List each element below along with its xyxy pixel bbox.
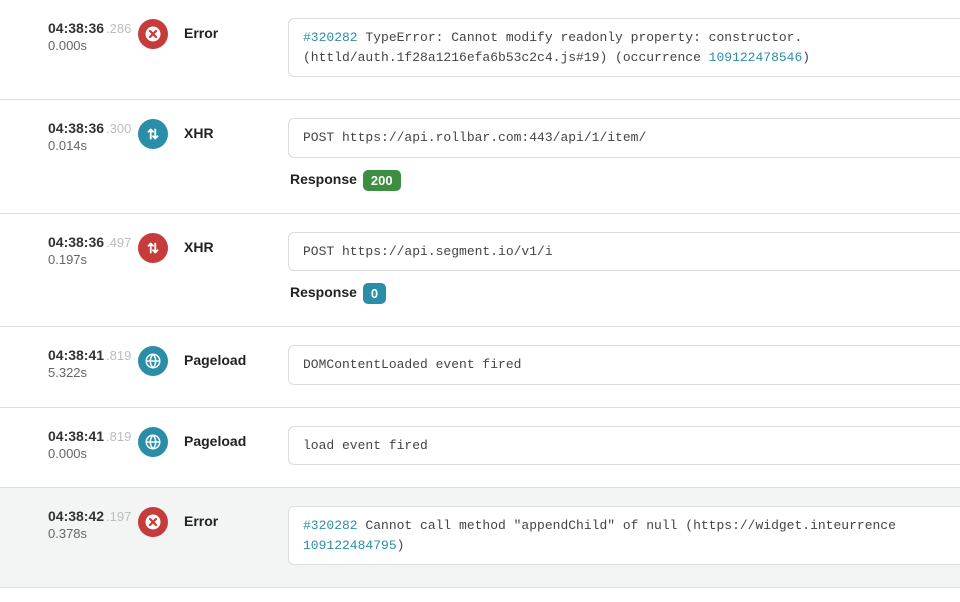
message-box: #320282 Cannot call method "appendChild"… bbox=[288, 506, 960, 565]
error-icon bbox=[138, 507, 168, 537]
event-time: 04:38:36 bbox=[48, 20, 104, 36]
response-status-badge: 0 bbox=[363, 283, 386, 304]
response-line: Response 0 bbox=[288, 283, 960, 304]
response-status-badge: 200 bbox=[363, 170, 401, 191]
response-label: Response bbox=[290, 171, 357, 187]
message-text: POST https://api.rollbar.com:443/api/1/i… bbox=[303, 130, 646, 145]
event-type-label: XHR bbox=[184, 239, 214, 255]
event-type-label: Pageload bbox=[184, 433, 246, 449]
event-duration: 0.014s bbox=[48, 138, 130, 153]
icon-column bbox=[130, 118, 178, 149]
type-column: XHR bbox=[178, 118, 288, 141]
timestamp-column: 04:38:42.197 0.378s bbox=[0, 506, 130, 541]
event-time-ms: .819 bbox=[106, 348, 131, 363]
log-row[interactable]: 04:38:36.286 0.000s Error #320282 TypeError… bbox=[0, 0, 960, 100]
message-text: load event fired bbox=[303, 438, 428, 453]
event-time-ms: .497 bbox=[106, 235, 131, 250]
event-log-list: 04:38:36.2860.000sError#320282 TypeError… bbox=[0, 0, 960, 588]
occurrence-link[interactable]: 109122484795 bbox=[303, 538, 397, 553]
event-time: 04:38:36 bbox=[48, 120, 104, 136]
xhr-icon bbox=[138, 119, 168, 149]
event-duration: 0.000s bbox=[48, 446, 130, 461]
timestamp-column: 04:38:36.497 0.197s bbox=[0, 232, 130, 267]
message-text: DOMContentLoaded event fired bbox=[303, 357, 521, 372]
icon-column bbox=[130, 426, 178, 457]
icon-column bbox=[130, 506, 178, 537]
log-row[interactable]: 04:38:41.819 0.000s Pageload load event fir… bbox=[0, 408, 960, 489]
pageload-icon bbox=[138, 346, 168, 376]
type-column: Error bbox=[178, 506, 288, 529]
type-column: Error bbox=[178, 18, 288, 41]
message-box: POST https://api.rollbar.com:443/api/1/i… bbox=[288, 118, 960, 158]
event-duration: 0.000s bbox=[48, 38, 130, 53]
message-text: POST https://api.segment.io/v1/i bbox=[303, 244, 553, 259]
log-row[interactable]: 04:38:41.819 5.322s Pageload DOMContentLoad… bbox=[0, 327, 960, 408]
error-id-link[interactable]: #320282 bbox=[303, 30, 358, 45]
event-type-label: Pageload bbox=[184, 352, 246, 368]
timestamp-column: 04:38:41.819 0.000s bbox=[0, 426, 130, 461]
message-tail: ) bbox=[397, 538, 405, 553]
event-time-ms: .286 bbox=[106, 21, 131, 36]
message-tail: ) bbox=[802, 50, 810, 65]
event-duration: 0.197s bbox=[48, 252, 130, 267]
log-row[interactable]: 04:38:36.497 0.197s XHR POST https://api.se… bbox=[0, 214, 960, 328]
type-column: Pageload bbox=[178, 345, 288, 368]
type-column: XHR bbox=[178, 232, 288, 255]
error-id-link[interactable]: #320282 bbox=[303, 518, 358, 533]
icon-column bbox=[130, 345, 178, 376]
event-type-label: Error bbox=[184, 25, 218, 41]
type-column: Pageload bbox=[178, 426, 288, 449]
event-time: 04:38:41 bbox=[48, 428, 104, 444]
icon-column bbox=[130, 18, 178, 49]
event-time: 04:38:36 bbox=[48, 234, 104, 250]
event-duration: 5.322s bbox=[48, 365, 130, 380]
message-box: #320282 TypeError: Cannot modify readonl… bbox=[288, 18, 960, 77]
event-time-ms: .197 bbox=[106, 509, 131, 524]
message-text: Cannot call method "appendChild" of null… bbox=[358, 518, 896, 533]
xhr-icon bbox=[138, 233, 168, 263]
event-type-label: XHR bbox=[184, 125, 214, 141]
error-icon bbox=[138, 19, 168, 49]
event-type-label: Error bbox=[184, 513, 218, 529]
event-time: 04:38:42 bbox=[48, 508, 104, 524]
message-column: load event fired bbox=[288, 426, 960, 466]
message-column: POST https://api.rollbar.com:443/api/1/i… bbox=[288, 118, 960, 191]
pageload-icon bbox=[138, 427, 168, 457]
message-box: load event fired bbox=[288, 426, 960, 466]
message-column: #320282 Cannot call method "appendChild"… bbox=[288, 506, 960, 565]
timestamp-column: 04:38:36.300 0.014s bbox=[0, 118, 130, 153]
icon-column bbox=[130, 232, 178, 263]
timestamp-column: 04:38:41.819 5.322s bbox=[0, 345, 130, 380]
event-duration: 0.378s bbox=[48, 526, 130, 541]
message-box: DOMContentLoaded event fired bbox=[288, 345, 960, 385]
response-line: Response 200 bbox=[288, 170, 960, 191]
message-box: POST https://api.segment.io/v1/i bbox=[288, 232, 960, 272]
log-row[interactable]: 04:38:36.300 0.014s XHR POST https://api.ro… bbox=[0, 100, 960, 214]
message-column: #320282 TypeError: Cannot modify readonl… bbox=[288, 18, 960, 77]
log-row[interactable]: 04:38:42.197 0.378s Error #320282 Cannot ca… bbox=[0, 488, 960, 588]
timestamp-column: 04:38:36.286 0.000s bbox=[0, 18, 130, 53]
event-time-ms: .819 bbox=[106, 429, 131, 444]
event-time-ms: .300 bbox=[106, 121, 131, 136]
message-column: POST https://api.segment.io/v1/i Response… bbox=[288, 232, 960, 305]
occurrence-link[interactable]: 109122478546 bbox=[709, 50, 803, 65]
response-label: Response bbox=[290, 284, 357, 300]
event-time: 04:38:41 bbox=[48, 347, 104, 363]
message-column: DOMContentLoaded event fired bbox=[288, 345, 960, 385]
